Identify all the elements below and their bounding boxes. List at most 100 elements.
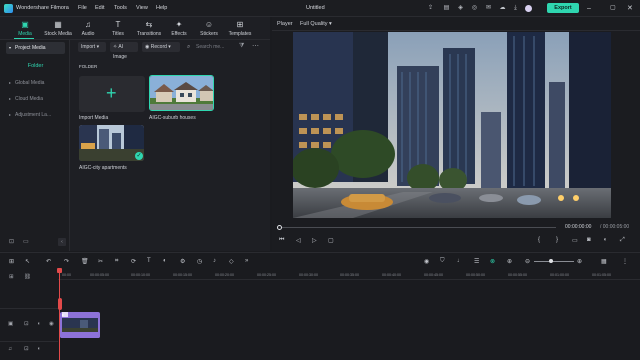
mute-icon[interactable]: ◖ <box>37 321 40 327</box>
tab-titles[interactable]: T Titles <box>105 17 131 40</box>
chevron-down-icon: ▾ <box>168 44 171 50</box>
layout-grid-icon[interactable]: ⊞ <box>9 258 14 265</box>
zoom-slider-handle[interactable] <box>549 259 553 263</box>
select-tool-icon[interactable]: ↖ <box>25 258 30 265</box>
import-button[interactable]: Import ▾ <box>78 42 106 52</box>
more-tools-icon[interactable]: » <box>245 258 248 264</box>
zoom-in-icon[interactable]: ⊕ <box>577 258 582 265</box>
playhead-marker[interactable] <box>58 298 62 310</box>
volume-icon[interactable]: ◖ <box>603 237 607 243</box>
tab-effects[interactable]: ✦ Effects <box>166 17 192 40</box>
zoom-slider[interactable] <box>534 261 574 262</box>
minimize-icon[interactable]: – <box>587 4 591 13</box>
play-icon[interactable]: ▷ <box>312 237 317 244</box>
ai-image-button[interactable]: ✧ AI Image <box>110 42 138 60</box>
close-icon[interactable]: ✕ <box>627 4 633 13</box>
search-icon: ⌕ <box>187 44 191 50</box>
previous-frame-icon[interactable]: ⏮ <box>279 237 284 244</box>
eye-icon[interactable]: ◉ <box>49 321 54 327</box>
playhead[interactable] <box>59 269 60 360</box>
tab-transitions[interactable]: ⇆ Transitions <box>135 17 163 40</box>
folder-icon[interactable]: ▭ <box>23 238 29 245</box>
quality-select[interactable]: Full Quality ▾ <box>300 21 332 27</box>
menu-view[interactable]: View <box>136 5 148 11</box>
redo-icon[interactable]: ↷ <box>64 258 69 265</box>
tab-stickers[interactable]: ☺ Stickers <box>196 17 222 40</box>
caret-right-icon: ▸ <box>9 80 12 85</box>
display-icon[interactable]: ▭ <box>572 237 578 244</box>
grid-view-icon[interactable]: ▦ <box>601 258 607 265</box>
render-icon[interactable]: ◉ <box>424 258 429 265</box>
layout-icon[interactable]: ▤ <box>442 4 451 13</box>
collapse-sidebar-icon[interactable]: ‹ <box>58 238 66 246</box>
link-icon[interactable]: ⊕ <box>507 258 512 265</box>
color-icon[interactable]: ◐ <box>163 258 167 264</box>
snapshot-icon[interactable]: ◙ <box>587 237 591 243</box>
ruler-tick-label: 00:00:10:00 <box>131 273 150 277</box>
mark-in-icon[interactable]: { <box>538 237 540 243</box>
scrubber-handle[interactable] <box>277 225 282 230</box>
keyframe-icon[interactable]: ◇ <box>229 258 234 265</box>
undo-icon[interactable]: ↶ <box>46 258 51 265</box>
new-folder-icon[interactable]: ⊡ <box>9 238 14 245</box>
mail-icon[interactable]: ✉ <box>484 4 493 13</box>
timeline-more-icon[interactable]: ⋮ <box>622 258 628 265</box>
tab-media[interactable]: ▣ Media <box>12 17 38 40</box>
media-thumbnail[interactable] <box>149 75 214 111</box>
import-media-card[interactable]: + <box>79 76 145 112</box>
split-icon[interactable]: ✂ <box>98 258 103 265</box>
audio-edit-icon[interactable]: ♪ <box>213 258 216 264</box>
maximize-icon[interactable]: ▢ <box>610 4 616 13</box>
rotate-icon[interactable]: ⟳ <box>131 258 136 265</box>
mark-out-icon[interactable]: } <box>556 237 558 243</box>
record-button[interactable]: ◉ Record ▾ <box>142 42 180 52</box>
fullscreen-icon[interactable]: ⤢ <box>620 237 625 244</box>
text-icon[interactable]: T <box>147 258 151 264</box>
sidebar-item-adjustment-layer[interactable]: ▸ Adjustment La... <box>6 109 65 121</box>
feedback-icon[interactable]: ◎ <box>470 4 479 13</box>
stop-icon[interactable]: ▢ <box>328 237 334 244</box>
menu-edit[interactable]: Edit <box>95 5 104 11</box>
link-tracks-icon[interactable]: ⛓ <box>24 274 31 280</box>
lock-icon[interactable]: ⊡ <box>24 321 29 327</box>
preview-scrubber[interactable] <box>279 227 556 228</box>
sidebar-item-project-media[interactable]: ▾ Project Media <box>6 42 65 54</box>
sidebar-item-global-media[interactable]: ▸ Global Media <box>6 77 65 89</box>
shield-icon[interactable]: ⛉ <box>440 258 445 265</box>
mute-icon[interactable]: ◖ <box>37 346 40 352</box>
magnet-icon[interactable]: ⊗ <box>490 258 495 265</box>
download-icon[interactable]: ⤓ <box>511 4 520 13</box>
effect-icon[interactable]: ⚙ <box>180 258 185 265</box>
crop-icon[interactable]: ⌗ <box>115 258 118 265</box>
menu-file[interactable]: File <box>78 5 87 11</box>
step-back-icon[interactable]: ◁ <box>296 237 301 244</box>
speed-icon[interactable]: ◷ <box>197 258 202 265</box>
cloud-icon[interactable]: ☁ <box>498 4 507 13</box>
add-track-icon[interactable]: ⊞ <box>9 274 14 280</box>
tab-stock-media[interactable]: ▦ Stock Media <box>44 17 72 40</box>
list-icon[interactable]: ☰ <box>474 258 479 265</box>
zoom-out-icon[interactable]: ⊖ <box>525 258 530 265</box>
sidebar-item-cloud-media[interactable]: ▸ Cloud Media <box>6 93 65 105</box>
search-input[interactable]: ⌕ Search me... <box>186 42 246 52</box>
lock-icon[interactable]: ⊡ <box>24 346 29 352</box>
upload-icon[interactable]: ⇪ <box>426 4 435 13</box>
media-item-name: Import Media <box>79 115 109 121</box>
titles-icon: T <box>115 20 121 29</box>
video-preview[interactable] <box>293 32 611 218</box>
playhead-handle[interactable] <box>57 268 62 273</box>
menu-help[interactable]: Help <box>156 5 167 11</box>
menu-tools[interactable]: Tools <box>114 5 127 11</box>
more-options-icon[interactable]: ⋯ <box>252 42 259 50</box>
tab-audio[interactable]: ♫ Audio <box>75 17 101 40</box>
tab-templates[interactable]: ⊞ Templates <box>226 17 254 40</box>
mic-icon[interactable]: ♩ <box>457 258 463 264</box>
gift-icon[interactable]: ◈ <box>456 4 465 13</box>
avatar[interactable] <box>525 5 532 12</box>
sidebar-folder[interactable]: Folder <box>6 60 65 72</box>
filter-icon[interactable]: ⧩ <box>239 43 244 50</box>
export-button[interactable]: Export <box>547 3 579 13</box>
delete-icon[interactable]: 🗑 <box>81 258 89 265</box>
check-icon: ✓ <box>135 152 143 160</box>
timeline-clip[interactable] <box>60 312 100 338</box>
